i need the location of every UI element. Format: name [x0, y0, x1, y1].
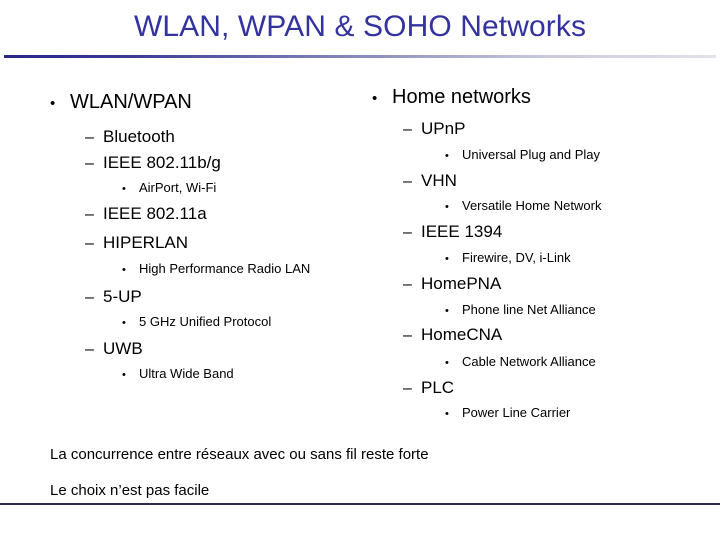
- list-item: – PLC: [403, 377, 454, 399]
- left-content-column: • WLAN/WPAN – Bluetooth – IEEE 802.11b/g…: [0, 0, 360, 440]
- list-item-label: Versatile Home Network: [462, 198, 602, 213]
- bullet-level3-icon: •: [445, 253, 449, 265]
- list-item: • Phone line Net Alliance: [445, 301, 596, 320]
- list-item-label: IEEE 802.11b/g: [103, 153, 221, 172]
- right-column-heading: • Home networks: [372, 85, 531, 111]
- dash-level2-icon: –: [403, 121, 412, 138]
- bullet-level1-icon: •: [372, 90, 378, 107]
- list-item-label: IEEE 1394: [421, 222, 503, 241]
- dash-level2-icon: –: [85, 235, 94, 252]
- list-item: – IEEE 802.11a: [85, 203, 207, 225]
- list-item-label: HomePNA: [421, 274, 502, 293]
- dash-level2-icon: –: [85, 289, 94, 306]
- list-item-label: HomeCNA: [421, 325, 503, 344]
- list-item-label: PLC: [421, 378, 455, 397]
- list-item: • 5 GHz Unified Protocol: [122, 313, 271, 332]
- list-item: – IEEE 802.11b/g: [85, 152, 221, 174]
- bullet-level3-icon: •: [122, 317, 126, 329]
- list-item: – UWB: [85, 338, 143, 360]
- list-item: • Firewire, DV, i-Link: [445, 249, 571, 268]
- bullet-level3-icon: •: [445, 201, 449, 213]
- bullet-level3-icon: •: [122, 183, 126, 195]
- dash-level2-icon: –: [403, 224, 412, 241]
- bullet-level1-icon: •: [50, 95, 56, 112]
- dash-level2-icon: –: [403, 276, 412, 293]
- bullet-level3-icon: •: [445, 305, 449, 317]
- dash-level2-icon: –: [403, 327, 412, 344]
- list-item: • Ultra Wide Band: [122, 365, 234, 384]
- dash-level2-icon: –: [403, 380, 412, 397]
- left-column-heading: • WLAN/WPAN: [50, 90, 192, 116]
- list-item: • Universal Plug and Play: [445, 146, 600, 165]
- list-item: – 5-UP: [85, 286, 142, 308]
- bullet-level3-icon: •: [445, 408, 449, 420]
- list-item-label: 5-UP: [103, 287, 142, 306]
- list-item: – HIPERLAN: [85, 232, 188, 254]
- list-item-label: Cable Network Alliance: [462, 354, 596, 369]
- list-item-label: High Performance Radio LAN: [139, 261, 311, 276]
- list-item-label: HIPERLAN: [103, 233, 189, 252]
- list-item-label: 5 GHz Unified Protocol: [139, 314, 272, 329]
- list-item: – VHN: [403, 170, 457, 192]
- list-item-label: Power Line Carrier: [462, 405, 571, 420]
- bullet-level3-icon: •: [445, 357, 449, 369]
- list-item: • Cable Network Alliance: [445, 353, 596, 372]
- right-content-column: • Home networks – UPnP • Universal Plug …: [360, 0, 720, 440]
- left-column-heading-label: WLAN/WPAN: [70, 91, 192, 113]
- dash-level2-icon: –: [85, 206, 94, 223]
- dash-level2-icon: –: [85, 129, 94, 146]
- list-item-label: Universal Plug and Play: [462, 147, 601, 162]
- slide-canvas: WLAN, WPAN & SOHO Networks • WLAN/WPAN –…: [0, 0, 720, 540]
- list-item-label: IEEE 802.11a: [103, 204, 207, 223]
- footer-line-2: Le choix n’est pas facile: [50, 482, 210, 499]
- list-item: • Versatile Home Network: [445, 197, 601, 216]
- list-item-label: Phone line Net Alliance: [462, 302, 596, 317]
- list-item: • Power Line Carrier: [445, 404, 570, 423]
- bullet-level3-icon: •: [122, 264, 126, 276]
- bullet-level3-icon: •: [445, 150, 449, 162]
- list-item-label: Firewire, DV, i-Link: [462, 250, 571, 265]
- list-item-label: VHN: [421, 171, 457, 190]
- list-item: • High Performance Radio LAN: [122, 260, 310, 279]
- list-item-label: Ultra Wide Band: [139, 366, 234, 381]
- dash-level2-icon: –: [403, 173, 412, 190]
- right-column-heading-label: Home networks: [392, 86, 531, 108]
- list-item: – HomePNA: [403, 273, 501, 295]
- list-item-label: UWB: [103, 339, 143, 358]
- list-item: – HomeCNA: [403, 324, 502, 346]
- dash-level2-icon: –: [85, 155, 94, 172]
- list-item: – UPnP: [403, 118, 465, 140]
- list-item: – IEEE 1394: [403, 221, 502, 243]
- list-item-label: AirPort, Wi-Fi: [139, 180, 217, 195]
- bullet-level3-icon: •: [122, 369, 126, 381]
- list-item: • AirPort, Wi-Fi: [122, 179, 216, 198]
- list-item-label: Bluetooth: [103, 127, 175, 146]
- bottom-divider: [0, 503, 720, 505]
- footer-line-1: La concurrence entre réseaux avec ou san…: [50, 446, 429, 463]
- dash-level2-icon: –: [85, 341, 94, 358]
- list-item-label: UPnP: [421, 119, 466, 138]
- list-item: – Bluetooth: [85, 126, 175, 148]
